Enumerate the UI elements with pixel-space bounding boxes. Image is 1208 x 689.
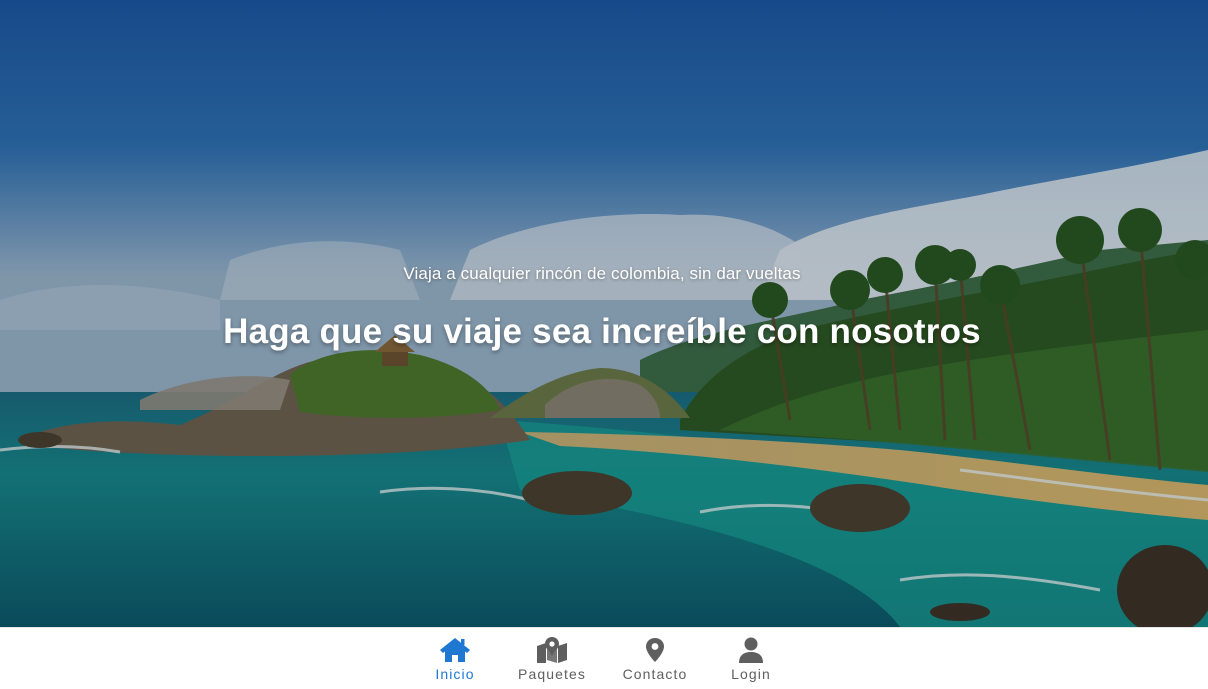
home-icon: [439, 636, 471, 664]
hero-text-container: Viaja a cualquier rincón de colombia, si…: [0, 0, 1208, 627]
nav-item-contacto[interactable]: Contacto: [610, 636, 700, 684]
hero-subtitle: Viaja a cualquier rincón de colombia, si…: [403, 264, 801, 283]
hero-section: Viaja a cualquier rincón de colombia, si…: [0, 0, 1208, 627]
nav-item-label: Login: [731, 666, 771, 682]
map-marker-icon: [536, 636, 568, 664]
nav-item-login[interactable]: Login: [706, 636, 796, 684]
nav-item-inicio[interactable]: Inicio: [410, 636, 500, 684]
nav-item-label: Contacto: [622, 666, 688, 682]
nav-item-label: Inicio: [435, 666, 475, 682]
location-pin-icon: [639, 636, 671, 664]
bottom-navigation: Inicio Paquetes Contacto Login: [0, 627, 1208, 689]
nav-item-label: Paquetes: [518, 666, 586, 682]
nav-item-paquetes[interactable]: Paquetes: [507, 636, 597, 684]
user-icon: [735, 636, 767, 664]
hero-title: Haga que su viaje sea increíble con noso…: [223, 312, 981, 351]
